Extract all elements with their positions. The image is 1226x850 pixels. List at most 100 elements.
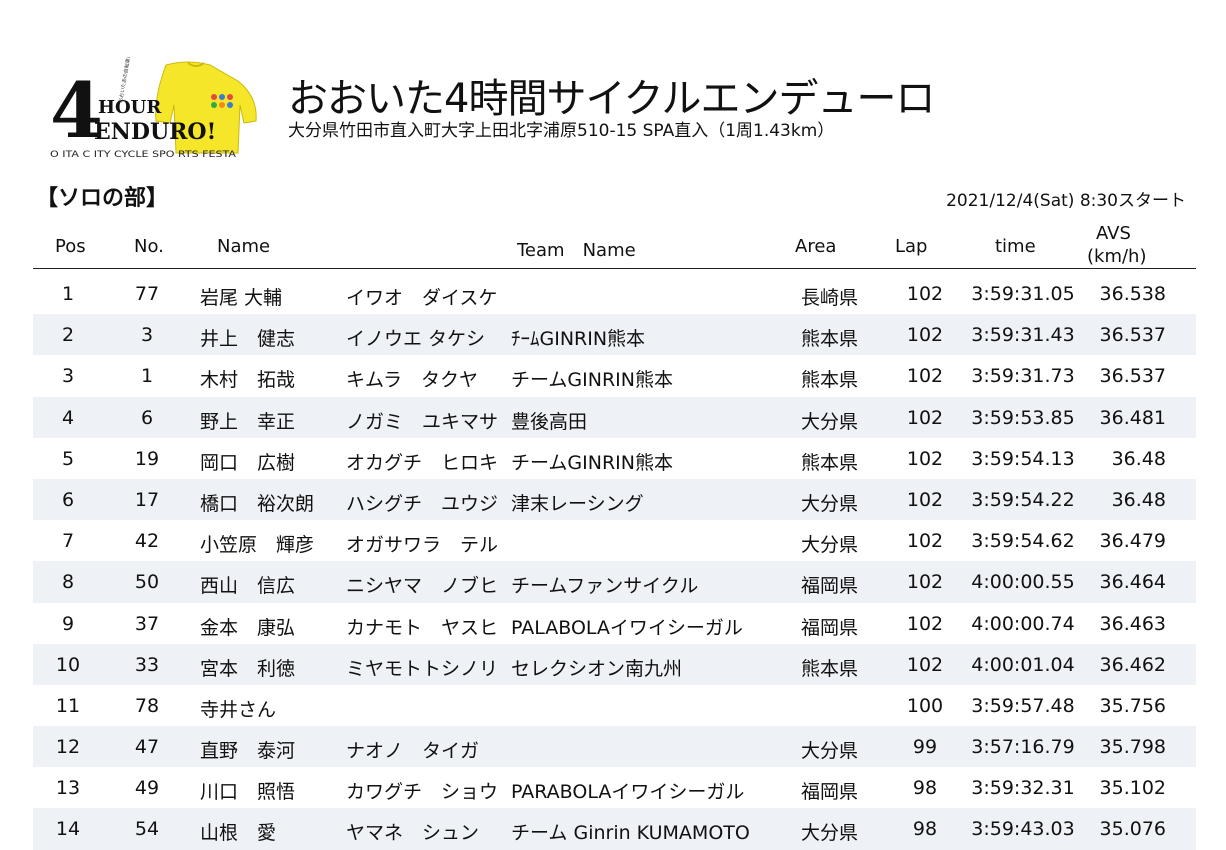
cell-no: 47 <box>134 736 160 759</box>
cell-pos: 11 <box>55 694 81 717</box>
table-row: 13 49 川口 照悟 カワグチ ショウ PARABOLAイワイシーガル 福岡県 98 3:5… <box>33 767 1196 808</box>
cell-kana: ナオノ タイガ <box>346 740 480 763</box>
cell-avs: 36.537 <box>1099 365 1166 388</box>
cell-team: 豊後高田 <box>511 410 588 433</box>
cell-kana: オガサワラ テル <box>346 534 499 557</box>
cell-name: 野上 幸正 <box>200 410 296 433</box>
cell-area: 熊本県 <box>801 369 859 392</box>
results-table-body: 1 77 岩尾 大輔 イワオ ダイスケ 長崎県 102 3:59:31.05 36.538 2 3… <box>33 273 1196 850</box>
logo-enduro: ENDURO! <box>94 119 216 145</box>
cell-pos: 3 <box>61 365 75 388</box>
cell-team: PARABOLAイワイシーガル <box>511 781 745 804</box>
cell-lap: 102 <box>906 488 944 511</box>
cell-kana: イノウエ タケシ <box>346 328 486 351</box>
table-row: 6 17 橋口 裕次朗 ハシグチ ユウジ 津末レーシング 大分県 102 3:59:54.22… <box>33 478 1196 521</box>
cell-pos: 5 <box>61 447 75 470</box>
cell-pos: 8 <box>61 571 75 594</box>
table-row: 5 19 岡口 広樹 オカグチ ヒロキ チームGINRIN熊本 熊本県 102 3:59:54… <box>33 438 1196 479</box>
cell-time: 3:59:54.13 <box>971 447 1075 470</box>
cell-team: PALABOLAイワイシーガル <box>511 616 743 639</box>
cell-time: 3:59:32.31 <box>971 777 1075 800</box>
cell-avs: 36.464 <box>1099 571 1166 594</box>
cell-pos: 12 <box>55 736 81 759</box>
cell-pos: 4 <box>61 406 75 429</box>
cell-no: 33 <box>134 653 160 676</box>
cell-area: 熊本県 <box>801 328 859 351</box>
cell-time: 3:59:57.48 <box>971 694 1075 717</box>
cell-name: 宮本 利徳 <box>200 657 296 680</box>
col-avs: AVS <box>1096 223 1131 244</box>
cell-name: 井上 健志 <box>200 328 296 351</box>
cell-area: 熊本県 <box>801 657 859 680</box>
cell-lap: 102 <box>906 447 944 470</box>
cell-avs: 36.48 <box>1111 488 1166 511</box>
cell-pos: 9 <box>61 612 75 635</box>
table-row: 10 33 宮本 利徳 ミヤモトトシノリ セレクシオン南九州 熊本県 102 4:00:01.… <box>33 643 1196 685</box>
cell-avs: 36.481 <box>1099 406 1166 429</box>
table-row: 1 77 岩尾 大輔 イワオ ダイスケ 長崎県 102 3:59:31.05 36.538 <box>33 273 1196 314</box>
cell-area: 福岡県 <box>801 616 859 639</box>
event-logo: 4 HOUR ENDURO! おおいたあの自転車の祭典 O ITA C ITY … <box>50 57 257 160</box>
section-heading: 【ソロの部】 <box>36 186 169 211</box>
col-time: time <box>995 236 1036 257</box>
cell-kana: ハシグチ ユウジ <box>346 492 499 515</box>
table-row: 9 37 金本 康弘 カナモト ヤスヒ PALABOLAイワイシーガル 福岡県 102 4:0… <box>33 603 1196 644</box>
table-row: 2 3 井上 健志 イノウエ タケシ ﾁｰﾑGINRIN熊本 熊本県 102 3:59:31.… <box>33 314 1196 356</box>
cell-lap: 100 <box>906 694 944 717</box>
cell-area: 長崎県 <box>801 287 859 309</box>
cell-team: チームファンサイクル <box>511 575 699 598</box>
cell-no: 50 <box>134 571 160 594</box>
col-area: Area <box>795 236 837 257</box>
cell-time: 4:00:01.04 <box>971 653 1075 676</box>
cell-name: 直野 泰河 <box>200 740 296 763</box>
cell-name: 金本 康弘 <box>200 616 296 639</box>
cell-lap: 102 <box>906 653 944 676</box>
cell-kana: キムラ タクヤ <box>346 369 479 392</box>
cell-pos: 14 <box>55 818 81 841</box>
cell-avs: 35.102 <box>1099 777 1166 800</box>
cell-no: 54 <box>134 818 160 841</box>
cell-pos: 10 <box>55 653 81 676</box>
cell-lap: 102 <box>906 406 944 429</box>
cell-no: 1 <box>140 365 154 388</box>
col-name: Name <box>217 236 271 257</box>
cell-avs: 36.462 <box>1099 653 1166 676</box>
cell-lap: 102 <box>906 571 944 594</box>
cell-pos: 13 <box>55 777 81 800</box>
cell-name: 岡口 広樹 <box>200 451 296 474</box>
cell-time: 3:59:54.22 <box>971 488 1075 511</box>
cell-lap: 98 <box>912 777 938 800</box>
cell-time: 3:59:43.03 <box>971 818 1075 841</box>
cell-no: 3 <box>140 324 154 347</box>
logo-tagline: O ITA C ITY CYCLE SPO RTS FESTA <box>50 150 237 160</box>
cell-area: 大分県 <box>801 410 859 433</box>
col-no: No. <box>134 236 164 257</box>
cell-avs: 35.756 <box>1099 694 1166 717</box>
cell-area: 大分県 <box>801 822 859 845</box>
cell-time: 3:59:54.62 <box>971 530 1075 553</box>
cell-pos: 6 <box>61 488 75 511</box>
cell-kana: カナモト ヤスヒ <box>346 616 499 639</box>
cell-kana: イワオ ダイスケ <box>346 287 498 309</box>
cell-name: 寺井さん <box>200 698 277 721</box>
table-row: 7 42 小笠原 輝彦 オガサワラ テル 大分県 102 3:59:54.62 36.479 <box>33 520 1196 561</box>
cell-kana: オカグチ ヒロキ <box>346 451 499 474</box>
cell-avs: 36.537 <box>1099 324 1166 347</box>
cell-avs: 36.538 <box>1099 283 1166 305</box>
cell-name: 西山 信広 <box>200 575 296 598</box>
col-pos: Pos <box>55 236 86 257</box>
table-row: 8 50 西山 信広 ニシヤマ ノブヒ チームファンサイクル 福岡県 102 4:00:00.… <box>33 561 1196 603</box>
results-table-header: Pos No. Name Team Name Area Lap time AVS… <box>33 222 1196 269</box>
cell-name: 川口 照悟 <box>200 781 296 804</box>
table-row: 3 1 木村 拓哉 キムラ タクヤ チームGINRIN熊本 熊本県 102 3:59:31.7… <box>33 355 1196 396</box>
cell-no: 37 <box>134 612 160 635</box>
cell-avs: 35.798 <box>1099 736 1166 759</box>
start-datetime: 2021/12/4(Sat) 8:30スタート <box>946 191 1186 211</box>
cell-area: 福岡県 <box>801 575 859 598</box>
cell-name: 岩尾 大輔 <box>200 287 283 309</box>
cell-kana: ニシヤマ ノブヒ <box>346 575 499 598</box>
col-avs-unit: (km/h) <box>1087 246 1147 267</box>
cell-kana: ミヤモトトシノリ <box>346 657 499 680</box>
cell-area: 大分県 <box>801 492 859 515</box>
cell-pos: 1 <box>61 283 75 305</box>
